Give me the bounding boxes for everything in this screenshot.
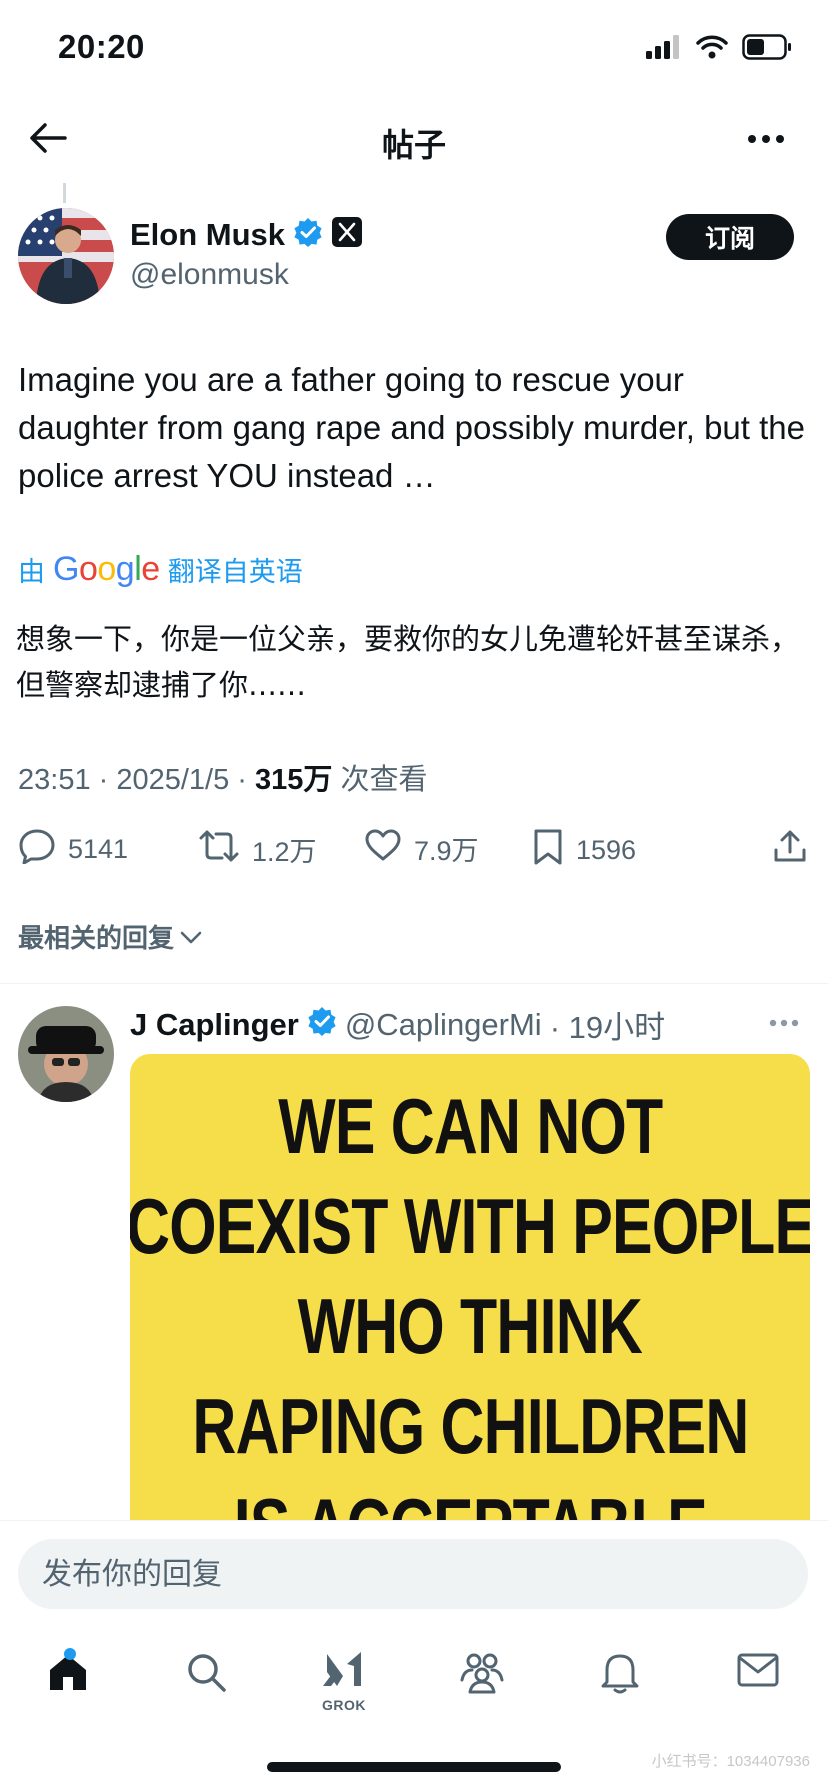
search-icon	[184, 1650, 228, 1699]
chevron-down-icon	[180, 921, 202, 952]
status-time: 20:20	[58, 28, 145, 65]
bottom-tab-bar: GROK	[0, 1630, 828, 1740]
grok-label: GROK	[322, 1697, 366, 1713]
tab-grok[interactable]: GROK	[304, 1650, 384, 1720]
author-name[interactable]: Elon Musk	[130, 217, 285, 253]
reply-input[interactable]	[18, 1539, 808, 1609]
comment-icon	[18, 828, 56, 871]
messages-icon	[736, 1650, 780, 1695]
page-title: 帖子	[381, 127, 446, 163]
nav-bar: 帖子	[0, 100, 828, 180]
heart-icon	[364, 828, 402, 869]
reply-media-image[interactable]: WE CAN NOT COEXIST WITH PEOPLE WHO THINK…	[130, 1054, 810, 1534]
like-count: 7.9万	[414, 836, 479, 866]
home-indicator[interactable]	[267, 1762, 561, 1772]
thread-connector	[63, 183, 66, 203]
replies-sort-label: 最相关的回复	[18, 923, 175, 953]
share-icon	[772, 828, 808, 871]
author-name-row: Elon Musk	[130, 216, 363, 253]
watermark: 小红书号：1034407936	[651, 1753, 810, 1770]
meme-text-line: COEXIST WITH PEOPLE	[130, 1182, 810, 1270]
reply-composer	[0, 1520, 828, 1630]
google-logo: Google	[53, 550, 160, 588]
timestamp[interactable]: 23:51 · 2025/1/5 ·	[18, 764, 255, 796]
home-notification-dot	[64, 1648, 76, 1660]
more-horizontal-icon	[769, 1014, 799, 1032]
replies-sort-selector[interactable]: 最相关的回复	[18, 918, 202, 955]
like-button[interactable]: 7.9万	[364, 828, 479, 869]
meme-text-line: WHO THINK	[297, 1282, 643, 1370]
reply-header: J Caplinger @CaplingerMi · 19小时	[130, 1002, 665, 1047]
verified-badge-icon	[307, 1006, 337, 1044]
author-handle[interactable]: @elonmusk	[130, 258, 289, 292]
reply-timestamp: · 19小时	[549, 1010, 666, 1045]
grok-icon	[321, 1650, 367, 1695]
share-button[interactable]	[772, 828, 808, 871]
status-bar: 20:20	[0, 0, 828, 100]
battery-icon	[742, 34, 792, 65]
tweet-meta: 23:51 · 2025/1/5 · 315万 次查看	[18, 756, 427, 798]
status-icons	[646, 34, 792, 65]
verified-badge-icon	[293, 217, 323, 252]
translated-text: 想象一下，你是一位父亲，要救你的女儿免遭轮奸甚至谋杀，但警察却逮捕了你……	[16, 622, 800, 702]
communities-icon	[458, 1650, 506, 1699]
wifi-icon	[696, 35, 728, 64]
translation-prefix: 由	[18, 557, 45, 587]
action-bar: 5141 1.2万 7.9万 1596	[18, 822, 814, 878]
tab-messages[interactable]	[718, 1650, 798, 1720]
repost-button[interactable]: 1.2万	[198, 828, 317, 871]
reply-more-button[interactable]	[764, 1008, 804, 1038]
subscribe-button[interactable]: 订阅	[666, 214, 794, 260]
bookmark-button[interactable]: 1596	[532, 828, 636, 873]
meme-text-line: WE CAN NOT	[277, 1082, 663, 1170]
reply-count: 5141	[68, 834, 129, 864]
view-label: 次查看	[332, 764, 428, 796]
signal-icon	[646, 35, 682, 64]
more-horizontal-icon	[747, 131, 785, 149]
tab-notifications[interactable]	[580, 1650, 660, 1720]
view-count: 315万	[255, 764, 333, 796]
more-options-button[interactable]	[744, 122, 788, 158]
home-icon	[46, 1648, 90, 1699]
repost-icon	[198, 828, 240, 871]
reply-author-name[interactable]: J Caplinger	[130, 1007, 299, 1043]
bookmark-count: 1596	[576, 835, 637, 865]
tab-search[interactable]	[166, 1650, 246, 1720]
reply-avatar[interactable]	[18, 1006, 114, 1102]
translation-suffix: 翻译自英语	[167, 557, 303, 587]
x-affiliate-badge-icon	[331, 216, 363, 253]
notifications-icon	[599, 1650, 641, 1699]
tweet-text: Imagine you are a father going to rescue…	[18, 361, 805, 494]
repost-count: 1.2万	[252, 837, 317, 867]
tab-communities[interactable]	[442, 1650, 522, 1720]
bookmark-icon	[532, 828, 564, 873]
meme-text-line: RAPING CHILDREN	[191, 1382, 749, 1470]
reply-author-handle[interactable]: @CaplingerMi	[345, 1007, 542, 1043]
divider	[0, 983, 828, 984]
translation-attribution[interactable]: 由 Google 翻译自英语	[18, 550, 303, 589]
tab-home[interactable]	[28, 1648, 108, 1720]
reply-button[interactable]: 5141	[18, 828, 128, 871]
author-avatar[interactable]	[18, 208, 114, 304]
